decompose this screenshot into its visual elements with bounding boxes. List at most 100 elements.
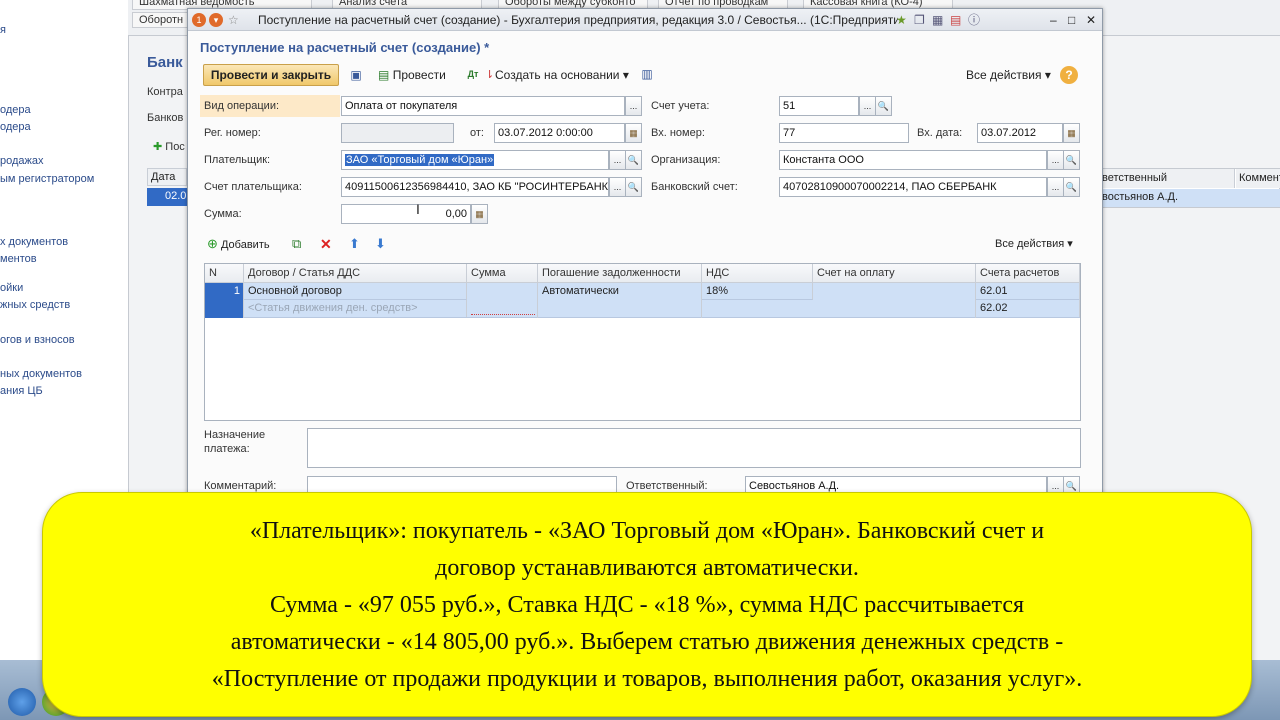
- from-label: от:: [470, 127, 484, 139]
- column-header-responsible[interactable]: ветственный: [1099, 169, 1235, 188]
- menu-icon[interactable]: ▾: [209, 13, 223, 27]
- add-label: Пос: [165, 141, 185, 153]
- move-down-icon[interactable]: ⬇: [375, 236, 386, 252]
- bank-account-field[interactable]: 40702810900070002214, ПАО СБЕРБАНК: [779, 177, 1047, 197]
- organization-field[interactable]: Константа ООО: [779, 150, 1047, 170]
- sidebar-item[interactable]: я: [0, 24, 6, 36]
- calc-icon[interactable]: ▦: [932, 9, 943, 31]
- report-icon[interactable]: ▥: [640, 67, 654, 81]
- post-and-close-button[interactable]: Провести и закрыть: [203, 64, 339, 86]
- app-icon[interactable]: 1: [192, 13, 206, 27]
- star-icon[interactable]: ★: [896, 9, 907, 31]
- create-based-label: Создать на основании: [495, 68, 620, 82]
- table-row[interactable]: 1 Основной договор <Статья движения ден.…: [205, 283, 1080, 318]
- start-icon[interactable]: [8, 688, 36, 716]
- select-button[interactable]: ...: [609, 177, 626, 197]
- dt-kt-icon[interactable]: Дт: [464, 67, 482, 81]
- all-actions-menu[interactable]: Все действия ▾: [966, 68, 1051, 82]
- sidebar-item[interactable]: ментов: [0, 253, 37, 265]
- list-row-selected[interactable]: 02.0: [147, 188, 187, 206]
- regnum-field[interactable]: [341, 123, 454, 143]
- indate-label: Вх. дата:: [917, 127, 963, 139]
- calendar-icon[interactable]: ▤: [950, 9, 961, 31]
- vat-cell[interactable]: 18%: [702, 283, 813, 300]
- table-all-actions-label: Все действия: [995, 238, 1065, 250]
- close-icon[interactable]: ✕: [1086, 9, 1096, 31]
- add-row-button[interactable]: ⊕ Добавить: [207, 236, 270, 252]
- delete-row-icon[interactable]: ✕: [320, 236, 332, 253]
- cash-flow-item-cell[interactable]: <Статья движения ден. средств>: [244, 300, 467, 317]
- date-field[interactable]: 03.07.2012 0:00:00: [494, 123, 625, 143]
- calculator-icon[interactable]: ▦: [471, 204, 488, 224]
- sidebar-item[interactable]: х документов: [0, 236, 68, 248]
- sidebar-item[interactable]: огов и взносов: [0, 334, 75, 346]
- sum-field[interactable]: 0,00: [341, 204, 471, 224]
- account-cell-2[interactable]: 62.02: [976, 300, 1080, 317]
- create-based-on-menu[interactable]: Создать на основании ▾: [495, 68, 629, 82]
- column-header-contract[interactable]: Договор / Статья ДДС: [244, 264, 467, 283]
- payer-account-field[interactable]: 40911500612356984410, ЗАО КБ "РОСИНТЕРБА…: [341, 177, 609, 197]
- column-header-accounts[interactable]: Счета расчетов: [976, 264, 1080, 283]
- column-header-sum[interactable]: Сумма: [467, 264, 538, 283]
- chevron-down-icon: ▾: [622, 68, 629, 82]
- search-icon[interactable]: 🔍: [625, 177, 642, 197]
- select-button[interactable]: ...: [609, 150, 626, 170]
- payer-field[interactable]: ЗАО «Торговый дом «Юран»: [341, 150, 609, 170]
- column-header-repayment[interactable]: Погашение задолженности: [538, 264, 702, 283]
- operation-field[interactable]: Оплата от покупателя: [341, 96, 625, 116]
- search-icon[interactable]: 🔍: [625, 150, 642, 170]
- maximize-icon[interactable]: □: [1068, 9, 1075, 31]
- move-up-icon[interactable]: ⬆: [349, 236, 360, 252]
- copy-icon[interactable]: ❐: [914, 9, 925, 31]
- table-all-actions-menu[interactable]: Все действия ▾: [995, 237, 1073, 250]
- account-field[interactable]: 51: [779, 96, 859, 116]
- column-header-vat[interactable]: НДС: [702, 264, 813, 283]
- contract-cell[interactable]: Основной договор: [244, 283, 467, 300]
- sidebar-item[interactable]: одера: [0, 104, 31, 116]
- info-icon[interactable]: ⓘ: [968, 9, 980, 31]
- sum-cell[interactable]: [467, 283, 538, 318]
- minimize-icon[interactable]: –: [1050, 9, 1057, 31]
- search-icon[interactable]: 🔍: [1063, 150, 1080, 170]
- sidebar-item[interactable]: ных документов: [0, 368, 82, 380]
- sidebar-item[interactable]: ым регистратором: [0, 173, 94, 185]
- select-button[interactable]: ...: [1047, 177, 1064, 197]
- add-row-label: Добавить: [220, 239, 270, 251]
- calendar-icon[interactable]: ▦: [625, 123, 642, 143]
- chevron-down-icon: ▾: [1044, 68, 1051, 82]
- repayment-cell[interactable]: Автоматически: [538, 283, 702, 318]
- search-icon[interactable]: 🔍: [875, 96, 892, 116]
- account-cell-1[interactable]: 62.01: [976, 283, 1080, 300]
- row-number: 1: [205, 283, 244, 318]
- invoice-cell[interactable]: [813, 283, 976, 318]
- post-label: Провести: [392, 68, 446, 82]
- save-icon[interactable]: ▣: [348, 68, 364, 82]
- search-icon[interactable]: 🔍: [1063, 177, 1080, 197]
- sidebar-item[interactable]: родажах: [0, 155, 44, 167]
- favorite-star-icon[interactable]: ☆: [228, 9, 239, 31]
- column-header-n[interactable]: N: [205, 264, 244, 283]
- indate-field[interactable]: 03.07.2012: [977, 123, 1063, 143]
- window-titlebar[interactable]: 1 ▾ ☆ Поступление на расчетный счет (соз…: [188, 9, 1102, 31]
- select-button[interactable]: ...: [859, 96, 876, 116]
- column-header-comment[interactable]: Коммент: [1236, 169, 1280, 188]
- column-header-invoice[interactable]: Счет на оплату: [813, 264, 976, 283]
- payment-lines-table: N Договор / Статья ДДС Сумма Погашение з…: [204, 263, 1081, 421]
- report-link[interactable]: Оборотн: [132, 12, 192, 28]
- sidebar-item[interactable]: ания ЦБ: [0, 385, 43, 397]
- sidebar-item[interactable]: одера: [0, 121, 31, 133]
- select-button[interactable]: ...: [1047, 150, 1064, 170]
- copy-row-icon[interactable]: ⧉: [292, 236, 301, 252]
- column-header-date[interactable]: Дата: [147, 168, 187, 186]
- sidebar-item[interactable]: ойки: [0, 282, 23, 294]
- post-button[interactable]: ▤ Провести: [378, 68, 446, 82]
- sidebar-item[interactable]: жных средств: [0, 299, 70, 311]
- calendar-icon[interactable]: ▦: [1063, 123, 1080, 143]
- purpose-field[interactable]: [307, 428, 1081, 468]
- add-link[interactable]: ✚ Пос: [153, 140, 185, 153]
- list-row-responsible[interactable]: востьянов А.Д.: [1099, 189, 1280, 207]
- innum-field[interactable]: 77: [779, 123, 909, 143]
- help-icon[interactable]: ?: [1060, 66, 1078, 84]
- responsible-label: Ответственный:: [626, 480, 708, 492]
- select-button[interactable]: ...: [625, 96, 642, 116]
